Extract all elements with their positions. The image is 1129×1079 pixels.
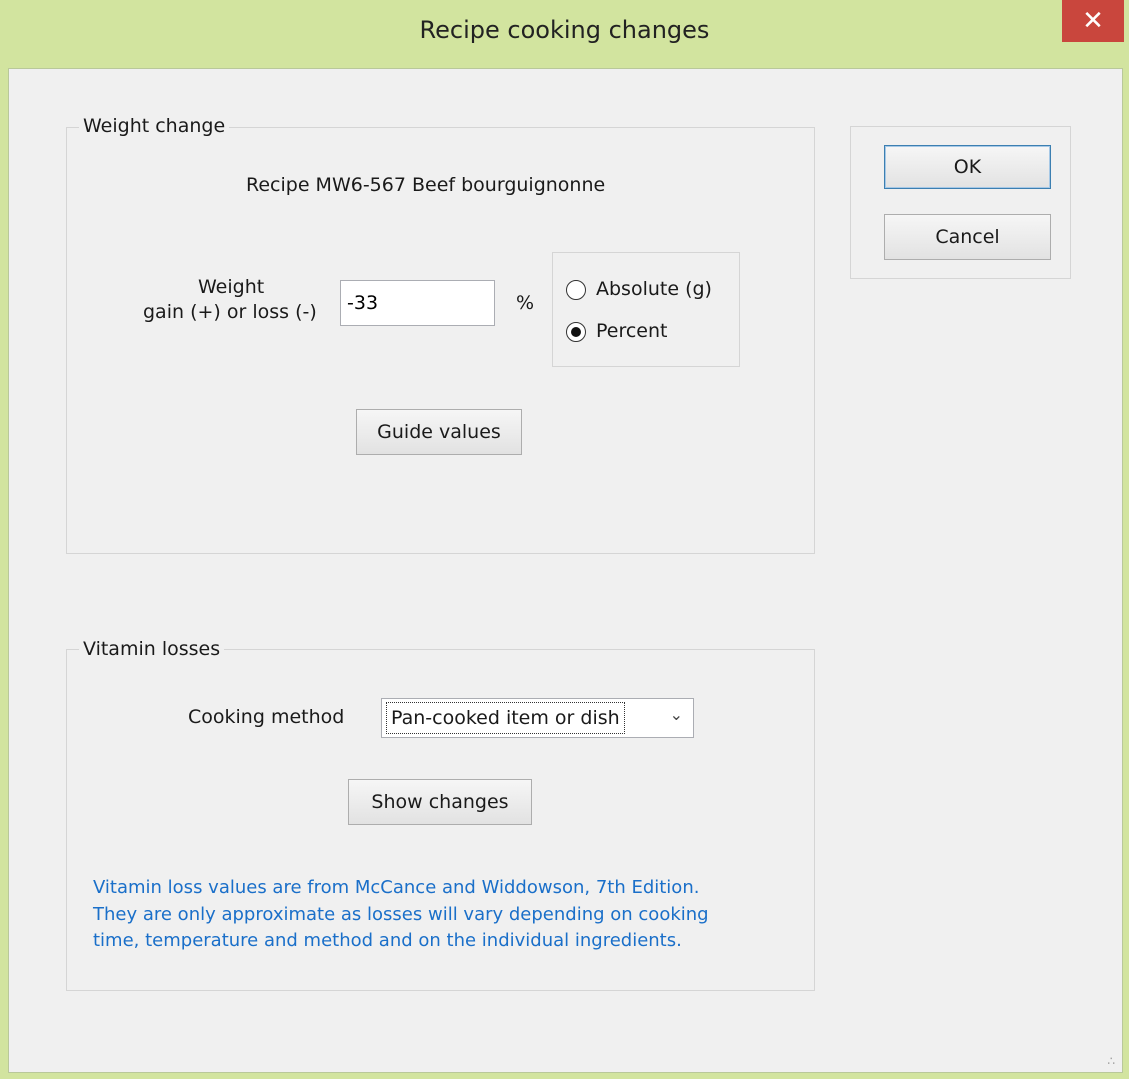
chevron-down-icon[interactable]: ⌄	[670, 705, 683, 724]
ok-button[interactable]: OK	[884, 145, 1051, 189]
cooking-method-label: Cooking method	[188, 706, 345, 728]
vitamin-note-line2: They are only approximate as losses will…	[93, 904, 709, 925]
resize-grip-icon[interactable]: ∴	[1107, 1054, 1116, 1068]
weight-label-line2: gain (+) or loss (-)	[143, 301, 317, 323]
close-icon: ✕	[1082, 6, 1104, 36]
mode-radio-group	[552, 252, 740, 367]
vitamin-losses-legend: Vitamin losses	[79, 638, 225, 660]
title-bar[interactable]: Recipe cooking changes ✕	[0, 0, 1129, 68]
weight-change-legend: Weight change	[79, 115, 230, 137]
radio-absolute[interactable]	[566, 280, 586, 300]
weight-change-value: -33	[347, 292, 379, 314]
window-title: Recipe cooking changes	[419, 16, 710, 44]
radio-absolute-label[interactable]: Absolute (g)	[596, 278, 712, 300]
vitamin-note-line1: Vitamin loss values are from McCance and…	[93, 877, 700, 898]
cooking-method-select[interactable]: Pan-cooked item or dish ⌄	[381, 698, 694, 738]
recipe-label: Recipe MW6-567 Beef bourguignonne	[246, 174, 606, 196]
dialog-window: Recipe cooking changes ✕ Weight change R…	[0, 0, 1129, 1079]
cooking-method-value: Pan-cooked item or dish	[386, 702, 625, 734]
weight-label-line1: Weight	[198, 276, 265, 298]
radio-percent[interactable]	[566, 322, 586, 342]
guide-values-button[interactable]: Guide values	[356, 409, 522, 455]
close-button[interactable]: ✕	[1062, 0, 1124, 42]
radio-percent-label[interactable]: Percent	[596, 320, 668, 342]
vitamin-note-line3: time, temperature and method and on the …	[93, 930, 682, 951]
cancel-button[interactable]: Cancel	[884, 214, 1051, 260]
unit-label: %	[516, 292, 535, 314]
weight-change-input[interactable]: -33	[340, 280, 495, 326]
dialog-client-area: Weight change Recipe MW6-567 Beef bourgu…	[8, 68, 1123, 1073]
show-changes-button[interactable]: Show changes	[348, 779, 532, 825]
